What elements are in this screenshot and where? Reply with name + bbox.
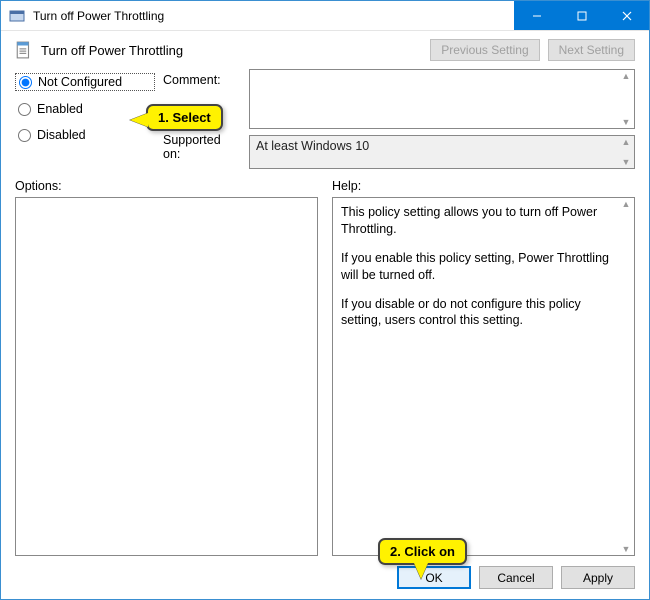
supported-label: Supported on: — [163, 133, 241, 161]
supported-value: At least Windows 10 — [256, 139, 369, 153]
radio-not-configured[interactable]: Not Configured — [15, 73, 155, 91]
field-values: ▲▼ At least Windows 10 ▲▼ — [249, 69, 635, 169]
annotation-select: 1. Select — [146, 104, 223, 131]
gpedit-policy-window: Turn off Power Throttling Turn off Power… — [0, 0, 650, 600]
cancel-button[interactable]: Cancel — [479, 566, 553, 589]
scroll-down-icon[interactable]: ▼ — [618, 116, 634, 128]
ok-button[interactable]: OK — [397, 566, 471, 589]
config-row: Not Configured Enabled Disabled Comment:… — [15, 69, 635, 169]
maximize-button[interactable] — [559, 1, 604, 30]
radio-label: Disabled — [37, 128, 86, 142]
scroll-down-icon[interactable]: ▼ — [618, 156, 634, 168]
comment-textbox[interactable]: ▲▼ — [249, 69, 635, 129]
scroll-up-icon[interactable]: ▲ — [618, 198, 634, 210]
scrollbar[interactable]: ▲▼ — [618, 198, 634, 555]
section-labels: Options: Help: — [15, 179, 635, 193]
radio-disabled-input[interactable] — [18, 129, 31, 142]
scroll-up-icon[interactable]: ▲ — [618, 136, 634, 148]
help-paragraph: If you enable this policy setting, Power… — [341, 250, 618, 284]
help-panel: This policy setting allows you to turn o… — [332, 197, 635, 556]
close-button[interactable] — [604, 1, 649, 30]
annotation-click: 2. Click on — [378, 538, 467, 565]
help-paragraph: This policy setting allows you to turn o… — [341, 204, 618, 238]
minimize-button[interactable] — [514, 1, 559, 30]
previous-setting-button[interactable]: Previous Setting — [430, 39, 539, 61]
options-panel — [15, 197, 318, 556]
options-label: Options: — [15, 179, 318, 193]
radio-disabled[interactable]: Disabled — [15, 127, 155, 143]
scrollbar[interactable]: ▲▼ — [618, 70, 634, 128]
help-label: Help: — [332, 179, 635, 193]
supported-textbox: At least Windows 10 ▲▼ — [249, 135, 635, 169]
scroll-down-icon[interactable]: ▼ — [618, 543, 634, 555]
document-icon — [15, 41, 33, 59]
scrollbar[interactable]: ▲▼ — [618, 136, 634, 168]
dialog-content: Turn off Power Throttling Previous Setti… — [1, 31, 649, 599]
dialog-footer: OK Cancel Apply — [15, 566, 635, 589]
policy-icon — [9, 8, 25, 24]
help-paragraph: If you disable or do not configure this … — [341, 296, 618, 330]
header-row: Turn off Power Throttling Previous Setti… — [15, 39, 635, 61]
apply-button[interactable]: Apply — [561, 566, 635, 589]
panels-row: This policy setting allows you to turn o… — [15, 197, 635, 556]
policy-title: Turn off Power Throttling — [41, 43, 422, 58]
radio-label: Not Configured — [38, 75, 122, 89]
titlebar: Turn off Power Throttling — [1, 1, 649, 31]
window-title: Turn off Power Throttling — [33, 9, 514, 23]
scroll-up-icon[interactable]: ▲ — [618, 70, 634, 82]
radio-label: Enabled — [37, 102, 83, 116]
radio-enabled-input[interactable] — [18, 103, 31, 116]
next-setting-button[interactable]: Next Setting — [548, 39, 635, 61]
radio-not-configured-input[interactable] — [19, 76, 32, 89]
window-controls — [514, 1, 649, 30]
